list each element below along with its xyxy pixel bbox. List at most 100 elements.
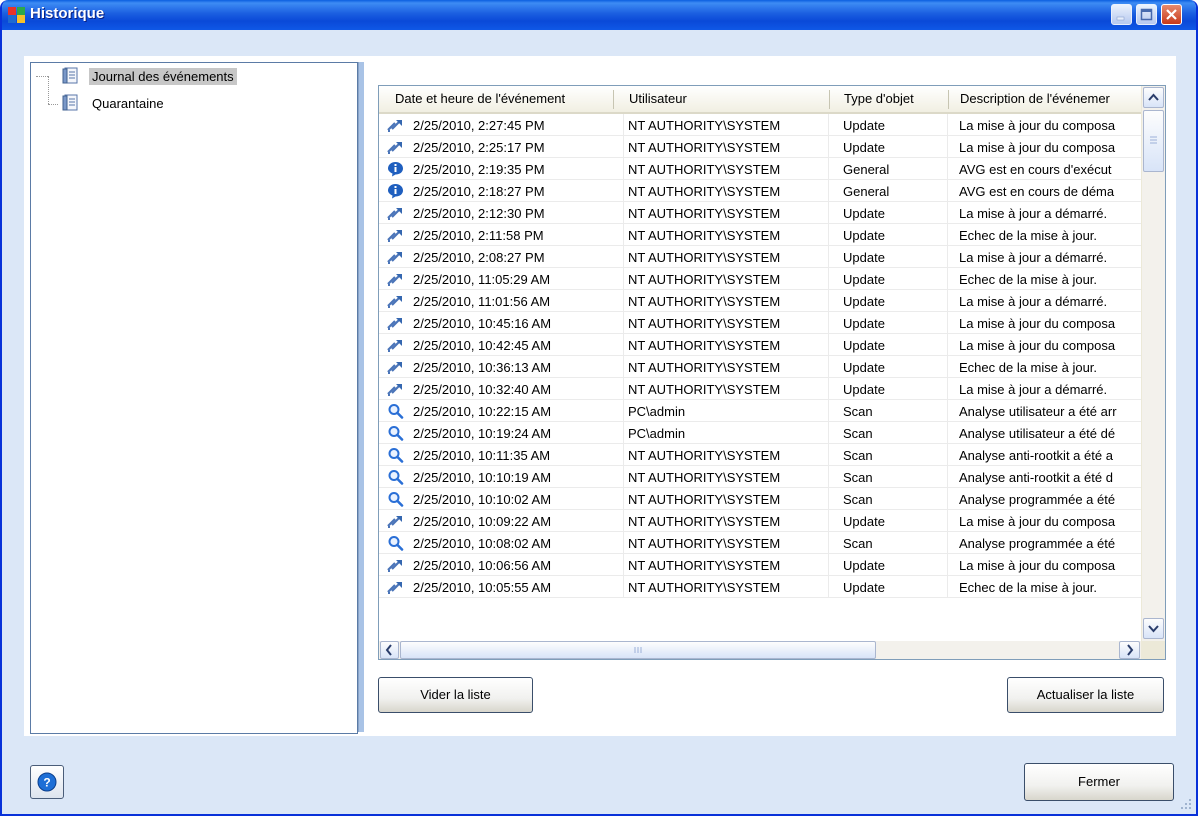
table-row[interactable]: 2/25/2010, 10:09:22 AM NT AUTHORITY\SYSTE… xyxy=(379,510,1141,532)
cell-date: 2/25/2010, 10:42:45 AM xyxy=(413,338,552,353)
table-row[interactable]: 2/25/2010, 2:27:45 PM NT AUTHORITY\SYSTEM… xyxy=(379,114,1141,136)
close-button[interactable]: Fermer xyxy=(1024,763,1174,801)
column-separator[interactable] xyxy=(613,90,614,109)
clear-list-button[interactable]: Vider la liste xyxy=(378,677,533,713)
table-row[interactable]: 2/25/2010, 10:10:19 AM NT AUTHORITY\SYSTE… xyxy=(379,466,1141,488)
grid-line xyxy=(623,136,624,158)
cell-user: NT AUTHORITY\SYSTEM xyxy=(628,448,781,463)
cell-type: Update xyxy=(843,118,885,133)
minimize-icon xyxy=(1116,16,1125,21)
grid-line xyxy=(623,488,624,510)
grid-line xyxy=(828,466,829,488)
horizontal-scroll-thumb[interactable] xyxy=(400,641,876,659)
cell-date: 2/25/2010, 10:10:19 AM xyxy=(413,470,552,485)
minimize-button[interactable] xyxy=(1111,4,1132,25)
tree-item-event-log[interactable]: Journal des événements xyxy=(89,68,237,85)
cell-desc: Echec de la mise à jour. xyxy=(959,272,1098,287)
table-row[interactable]: 2/25/2010, 11:01:56 AM NT AUTHORITY\SYSTE… xyxy=(379,290,1141,312)
grid-line xyxy=(623,224,624,246)
cell-desc: La mise à jour a démarré. xyxy=(959,294,1108,309)
table-row[interactable]: 2/25/2010, 2:25:17 PM NT AUTHORITY\SYSTEM… xyxy=(379,136,1141,158)
event-table[interactable]: Date et heure de l'événement Utilisateur… xyxy=(378,85,1166,660)
refresh-list-button[interactable]: Actualiser la liste xyxy=(1007,677,1164,713)
table-row[interactable]: 2/25/2010, 10:11:35 AM NT AUTHORITY\SYSTE… xyxy=(379,444,1141,466)
table-row[interactable]: 2/25/2010, 10:06:56 AM NT AUTHORITY\SYSTE… xyxy=(379,554,1141,576)
vertical-scrollbar[interactable] xyxy=(1141,86,1165,641)
scroll-left-button[interactable] xyxy=(380,641,399,659)
grid-line xyxy=(623,290,624,312)
help-button[interactable]: ? xyxy=(30,765,64,799)
grid-line xyxy=(828,114,829,136)
tree-item-quarantine[interactable]: Quarantaine xyxy=(89,95,167,112)
scroll-right-button[interactable] xyxy=(1119,641,1140,659)
table-row[interactable]: 2/25/2010, 10:19:24 AM PC\admin Scan Analys… xyxy=(379,422,1141,444)
close-window-button[interactable] xyxy=(1161,4,1182,25)
table-row[interactable]: 2/25/2010, 10:32:40 AM NT AUTHORITY\SYSTE… xyxy=(379,378,1141,400)
cell-desc: Echec de la mise à jour. xyxy=(959,228,1098,243)
table-row[interactable]: 2/25/2010, 10:42:45 AM NT AUTHORITY\SYSTE… xyxy=(379,334,1141,356)
table-row[interactable]: 2/25/2010, 10:36:13 AM NT AUTHORITY\SYSTE… xyxy=(379,356,1141,378)
grid-line xyxy=(623,532,624,554)
grid-line xyxy=(828,136,829,158)
cell-type: Scan xyxy=(843,448,873,463)
table-row[interactable]: 2/25/2010, 2:18:27 PM NT AUTHORITY\SYSTEM… xyxy=(379,180,1141,202)
grid-line xyxy=(828,422,829,444)
cell-date: 2/25/2010, 10:45:16 AM xyxy=(413,316,552,331)
grid-line xyxy=(623,510,624,532)
grid-line xyxy=(947,268,948,290)
table-row[interactable]: 2/25/2010, 10:45:16 AM NT AUTHORITY\SYSTE… xyxy=(379,312,1141,334)
grid-line xyxy=(623,180,624,202)
cell-date: 2/25/2010, 10:10:02 AM xyxy=(413,492,552,507)
cell-user: NT AUTHORITY\SYSTEM xyxy=(628,272,781,287)
cell-desc: Analyse programmée a été xyxy=(959,536,1116,551)
maximize-icon xyxy=(1140,8,1153,21)
table-row[interactable]: 2/25/2010, 2:12:30 PM NT AUTHORITY\SYSTEM… xyxy=(379,202,1141,224)
cell-user: PC\admin xyxy=(628,426,686,441)
column-header-user[interactable]: Utilisateur xyxy=(629,91,824,106)
column-separator[interactable] xyxy=(948,90,949,109)
cell-type: Update xyxy=(843,580,885,595)
scroll-down-button[interactable] xyxy=(1143,618,1164,639)
column-header-date[interactable]: Date et heure de l'événement xyxy=(395,91,610,106)
table-row[interactable]: 2/25/2010, 2:08:27 PM NT AUTHORITY\SYSTEM… xyxy=(379,246,1141,268)
table-row[interactable]: 2/25/2010, 10:10:02 AM NT AUTHORITY\SYSTE… xyxy=(379,488,1141,510)
column-header-description[interactable]: Description de l'événemer xyxy=(960,91,1138,106)
resize-grip-icon[interactable] xyxy=(1180,798,1192,810)
cell-user: NT AUTHORITY\SYSTEM xyxy=(628,338,781,353)
cell-desc: Analyse utilisateur a été dé xyxy=(959,426,1116,441)
scroll-up-button[interactable] xyxy=(1143,87,1164,108)
table-row[interactable]: 2/25/2010, 10:22:15 AM PC\admin Scan Analys… xyxy=(379,400,1141,422)
maximize-button[interactable] xyxy=(1136,4,1157,25)
vertical-scroll-thumb[interactable] xyxy=(1143,110,1164,172)
cell-date: 2/25/2010, 10:36:13 AM xyxy=(413,360,552,375)
cell-date: 2/25/2010, 11:01:56 AM xyxy=(413,294,551,309)
grid-line xyxy=(947,532,948,554)
grid-line xyxy=(623,576,624,598)
cell-desc: La mise à jour a démarré. xyxy=(959,382,1108,397)
help-icon: ? xyxy=(37,772,57,792)
tree-pane[interactable] xyxy=(30,62,358,734)
grid-line xyxy=(947,158,948,180)
cell-type: Update xyxy=(843,250,885,265)
table-row[interactable]: 2/25/2010, 10:05:55 AM NT AUTHORITY\SYSTE… xyxy=(379,576,1141,598)
cell-date: 2/25/2010, 10:32:40 AM xyxy=(413,382,552,397)
column-header-type[interactable]: Type d'objet xyxy=(844,91,954,106)
grid-line xyxy=(828,224,829,246)
cell-user: NT AUTHORITY\SYSTEM xyxy=(628,250,781,265)
grid-line xyxy=(623,114,624,136)
tree-connector xyxy=(36,76,48,77)
grip-icon xyxy=(1150,136,1157,144)
table-row[interactable]: 2/25/2010, 11:05:29 AM NT AUTHORITY\SYSTE… xyxy=(379,268,1141,290)
cell-user: NT AUTHORITY\SYSTEM xyxy=(628,316,781,331)
horizontal-scrollbar[interactable] xyxy=(379,641,1141,659)
cell-user: NT AUTHORITY\SYSTEM xyxy=(628,470,781,485)
cell-type: Scan xyxy=(843,492,873,507)
grid-line xyxy=(947,334,948,356)
column-separator[interactable] xyxy=(829,90,830,109)
table-row[interactable]: 2/25/2010, 2:11:58 PM NT AUTHORITY\SYSTEM… xyxy=(379,224,1141,246)
table-row[interactable]: 2/25/2010, 2:19:35 PM NT AUTHORITY\SYSTEM… xyxy=(379,158,1141,180)
title-bar[interactable]: Historique xyxy=(2,0,1196,30)
cell-user: NT AUTHORITY\SYSTEM xyxy=(628,382,781,397)
table-row[interactable]: 2/25/2010, 10:08:02 AM NT AUTHORITY\SYSTE… xyxy=(379,532,1141,554)
grid-line xyxy=(828,246,829,268)
